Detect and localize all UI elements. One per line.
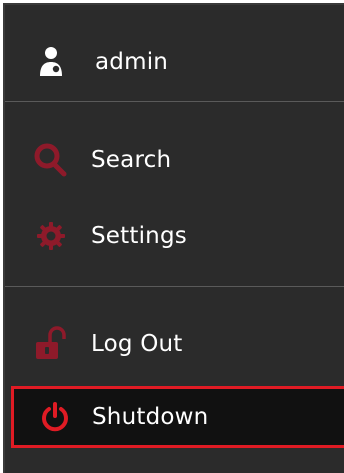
menu-item-logout[interactable]: Log Out [5, 317, 344, 371]
unlock-icon [31, 324, 71, 364]
divider [5, 101, 344, 102]
menu-item-search[interactable]: Search [5, 135, 344, 185]
menu-footer [5, 451, 344, 473]
search-icon [31, 140, 71, 180]
divider [5, 286, 344, 287]
menu-item-settings[interactable]: Settings [5, 211, 344, 261]
menu-item-label: Log Out [91, 331, 183, 357]
menu-item-shutdown[interactable]: Shutdown [11, 386, 344, 448]
user-icon [31, 42, 71, 82]
gear-icon [31, 216, 71, 256]
username-label: admin [95, 49, 169, 75]
user-account-row[interactable]: admin [5, 35, 344, 89]
user-menu: admin Search Settings Log Out Shutdown [3, 3, 344, 473]
power-icon [35, 397, 75, 437]
menu-item-label: Search [91, 147, 172, 173]
menu-item-label: Settings [91, 223, 187, 249]
menu-item-label: Shutdown [92, 404, 209, 430]
